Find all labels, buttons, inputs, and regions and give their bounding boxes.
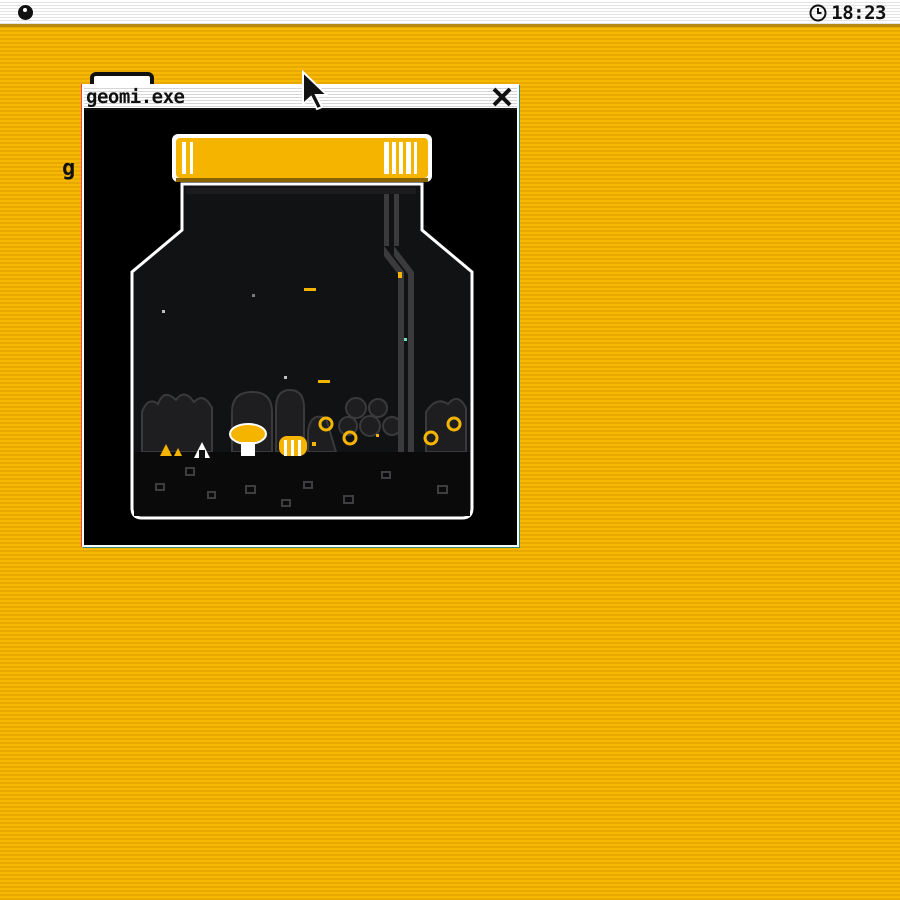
menu-bar: 18:23: [0, 0, 900, 27]
jar-lid: [172, 134, 432, 182]
clock-time: 18:23: [831, 2, 886, 24]
mouse-cursor-icon: [302, 70, 330, 111]
close-icon[interactable]: [491, 87, 513, 107]
window-title: geomi.exe: [86, 86, 185, 108]
app-window: geomi.exe: [82, 84, 519, 547]
terrarium-scene: [130, 134, 474, 520]
system-menu-icon[interactable]: [18, 5, 33, 20]
desktop-icon-label[interactable]: g: [62, 156, 75, 181]
soil: [134, 452, 470, 516]
terrarium-viewport[interactable]: [86, 112, 515, 543]
clock: 18:23: [809, 2, 886, 24]
clock-icon: [809, 4, 827, 22]
